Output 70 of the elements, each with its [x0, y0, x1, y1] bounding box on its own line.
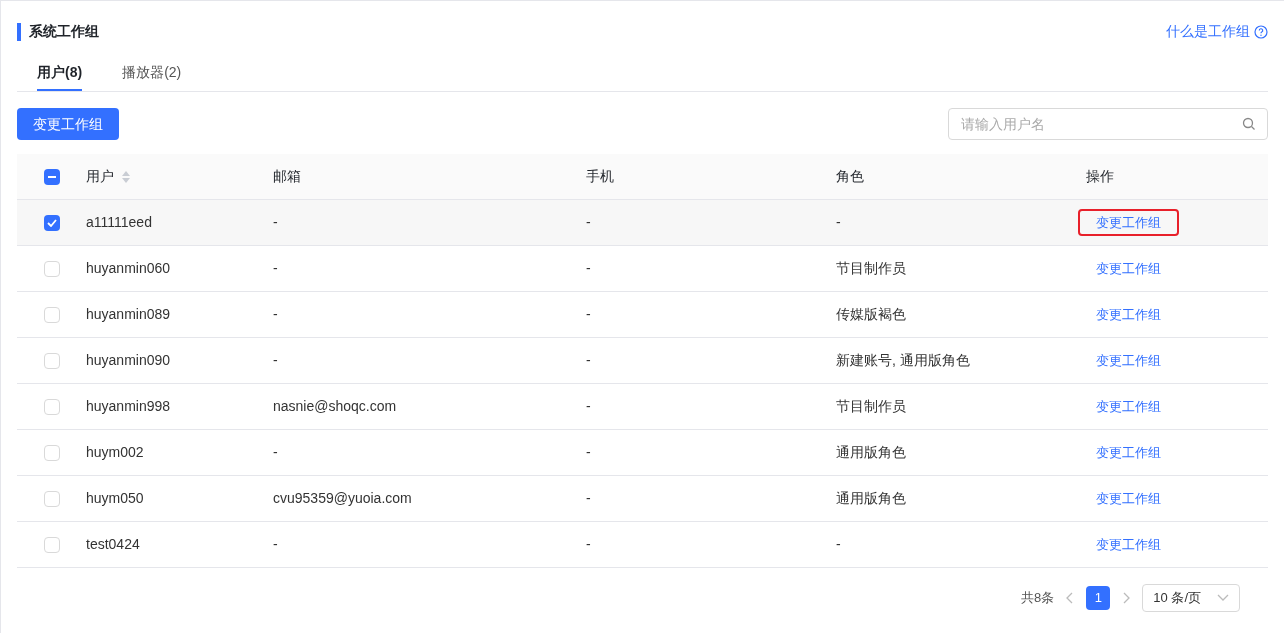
table-cell: huyanmin998 [86, 398, 171, 414]
checkbox[interactable] [43, 352, 60, 369]
table-cell: - [273, 352, 278, 368]
change-group-link[interactable]: 变更工作组 [1078, 438, 1179, 467]
sort-icon[interactable] [122, 170, 130, 183]
change-group-link[interactable]: 变更工作组 [1078, 254, 1179, 283]
table-cell: - [586, 398, 591, 414]
column-header: 手机 [586, 167, 614, 186]
table-cell: huyanmin090 [86, 352, 171, 368]
table-cell: - [586, 352, 591, 368]
table-cell: 传媒版褐色 [836, 306, 906, 322]
table-cell: 通用版角色 [836, 490, 906, 506]
table-cell: 节目制作员 [836, 398, 906, 414]
table-cell: 通用版角色 [836, 444, 906, 460]
table-cell: - [586, 490, 591, 506]
table-cell: huym002 [86, 444, 144, 460]
table-cell: - [273, 444, 278, 460]
checkbox[interactable] [43, 398, 60, 415]
chevron-right-icon[interactable] [1122, 592, 1131, 604]
table-cell: huyanmin060 [86, 260, 171, 276]
checkbox[interactable] [43, 444, 60, 461]
table-cell: - [586, 260, 591, 276]
table-cell: huym050 [86, 490, 144, 506]
table-cell: - [273, 260, 278, 276]
column-header: 邮箱 [273, 167, 301, 186]
table-cell: a11111eed [86, 214, 152, 230]
table-cell: nasnie@shoqc.com [273, 398, 397, 414]
table-cell: - [273, 306, 278, 322]
search-icon[interactable] [1242, 117, 1256, 131]
table-cell: - [836, 536, 841, 552]
checkbox[interactable] [43, 306, 60, 323]
table-cell: test0424 [86, 536, 140, 552]
change-group-link[interactable]: 变更工作组 [1078, 208, 1179, 237]
column-header: 角色 [836, 167, 864, 186]
checkbox[interactable] [43, 536, 60, 553]
table-cell: - [586, 214, 591, 230]
table-cell: 新建账号, 通用版角色 [836, 352, 970, 368]
table-cell: 节目制作员 [836, 260, 906, 276]
total-count: 共8条 [1021, 589, 1055, 608]
help-link[interactable]: 什么是工作组 [1166, 21, 1250, 42]
tab[interactable]: 播放器(2) [122, 62, 182, 91]
change-group-link[interactable]: 变更工作组 [1078, 484, 1179, 513]
search-field[interactable]: 请输入用户名 [948, 108, 1268, 140]
checkbox[interactable] [43, 260, 60, 277]
chevron-down-icon [1217, 594, 1229, 602]
table-cell: - [586, 306, 591, 322]
checkbox[interactable] [43, 214, 60, 231]
change-group-link[interactable]: 变更工作组 [1078, 530, 1179, 559]
help-icon[interactable] [1254, 24, 1268, 39]
checkbox[interactable] [43, 490, 60, 507]
change-group-link[interactable]: 变更工作组 [1078, 300, 1179, 329]
table-cell: - [273, 536, 278, 552]
table-cell: - [836, 214, 841, 230]
table-cell: - [586, 444, 591, 460]
change-group-link[interactable]: 变更工作组 [1078, 346, 1179, 375]
table-cell: huyanmin089 [86, 306, 171, 322]
change-group-button[interactable]: 变更工作组 [17, 108, 119, 140]
check-icon [46, 218, 57, 227]
table-cell: - [586, 536, 591, 552]
chevron-left-icon[interactable] [1066, 592, 1075, 604]
table-cell: - [273, 214, 278, 230]
checkbox[interactable] [43, 168, 60, 185]
page-button[interactable]: 1 [1086, 586, 1111, 610]
table-cell: cvu95359@yuoia.com [273, 490, 412, 506]
column-header: 用户 [86, 167, 114, 186]
page-size-select[interactable]: 10 条/页 [1142, 584, 1240, 612]
section-title: 系统工作组 [29, 22, 99, 41]
tab[interactable]: 用户(8) [37, 62, 83, 91]
change-group-link[interactable]: 变更工作组 [1078, 392, 1179, 421]
column-header: 操作 [1086, 167, 1114, 186]
